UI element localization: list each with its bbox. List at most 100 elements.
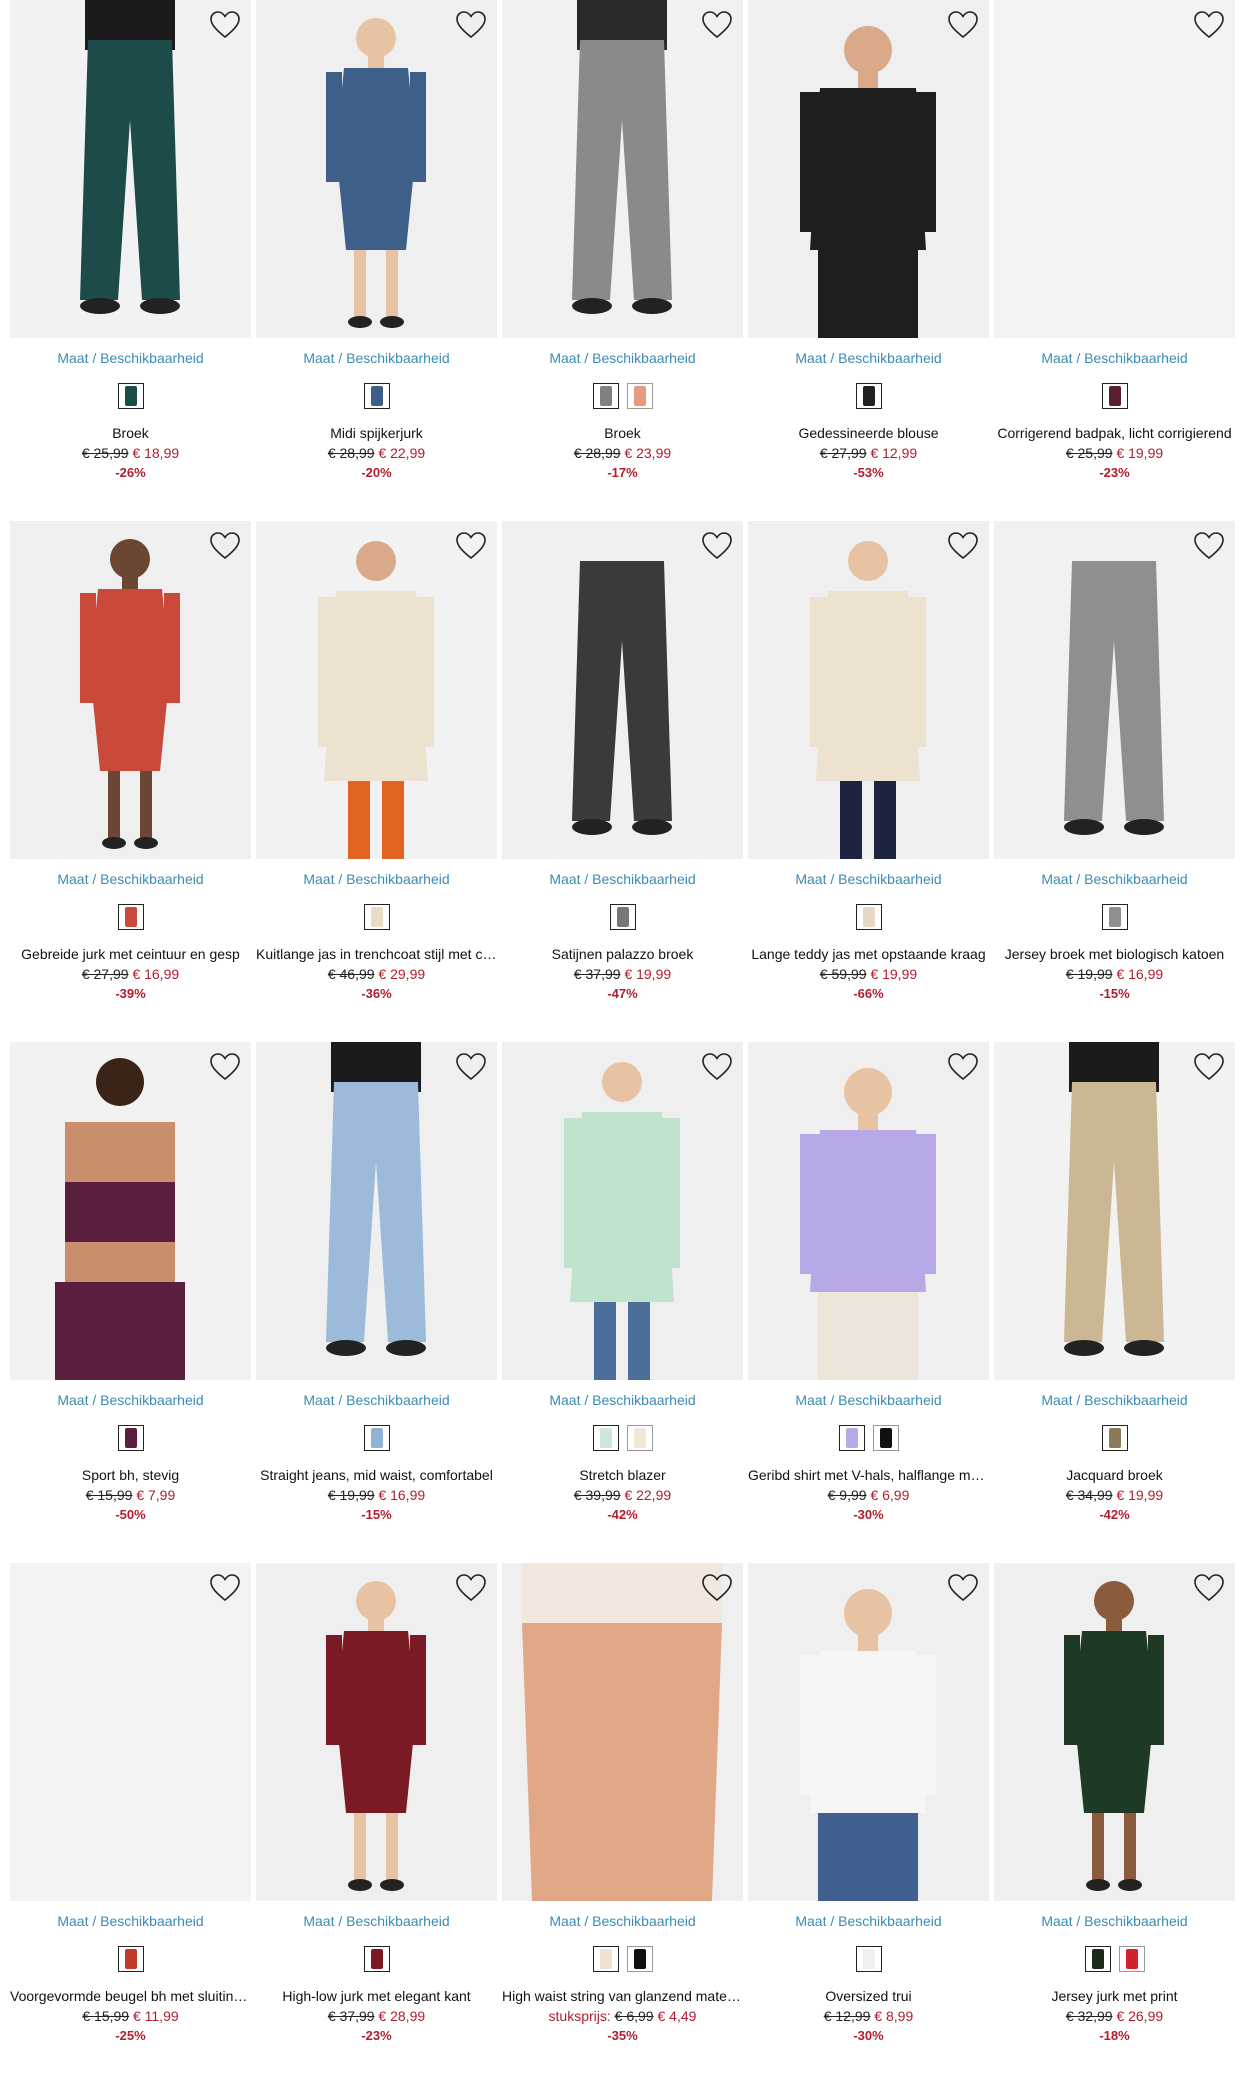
color-swatch[interactable] — [609, 904, 636, 930]
wishlist-heart-icon[interactable] — [455, 10, 487, 40]
product-image[interactable] — [10, 0, 251, 338]
product-card[interactable]: Maat / Beschikbaarheid Geribd shirt met V… — [748, 1042, 989, 1563]
size-availability-link[interactable]: Maat / Beschikbaarheid — [10, 871, 251, 887]
size-availability-link[interactable]: Maat / Beschikbaarheid — [748, 350, 989, 366]
product-card[interactable]: Maat / Beschikbaarheid Lange teddy jas me… — [748, 521, 989, 1042]
product-image[interactable] — [748, 521, 989, 859]
product-image[interactable] — [256, 1563, 497, 1901]
product-image[interactable] — [256, 1042, 497, 1380]
product-name[interactable]: Kuitlange jas in trenchcoat stijl met ce… — [256, 946, 497, 962]
product-card[interactable]: Maat / Beschikbaarheid Oversized trui € 12… — [748, 1563, 989, 2084]
wishlist-heart-icon[interactable] — [209, 1573, 241, 1603]
color-swatch[interactable] — [872, 1425, 899, 1451]
color-swatch[interactable] — [626, 383, 653, 409]
wishlist-heart-icon[interactable] — [947, 10, 979, 40]
product-image[interactable] — [748, 1042, 989, 1380]
wishlist-heart-icon[interactable] — [455, 531, 487, 561]
color-swatch[interactable] — [117, 1946, 144, 1972]
wishlist-heart-icon[interactable] — [947, 531, 979, 561]
product-card[interactable]: Maat / Beschikbaarheid Kuitlange jas in t… — [256, 521, 497, 1042]
wishlist-heart-icon[interactable] — [947, 1573, 979, 1603]
wishlist-heart-icon[interactable] — [455, 1573, 487, 1603]
size-availability-link[interactable]: Maat / Beschikbaarheid — [502, 350, 743, 366]
product-card[interactable]: Maat / Beschikbaarheid High-low jurk met … — [256, 1563, 497, 2084]
product-name[interactable]: Oversized trui — [748, 1988, 989, 2004]
color-swatch[interactable] — [1118, 1946, 1145, 1972]
color-swatch[interactable] — [117, 904, 144, 930]
product-card[interactable]: Maat / Beschikbaarheid Jacquard broek € 34… — [994, 1042, 1235, 1563]
product-image[interactable] — [256, 521, 497, 859]
color-swatch[interactable] — [363, 1946, 390, 1972]
product-card[interactable]: Maat / Beschikbaarheid Jersey broek met b… — [994, 521, 1235, 1042]
size-availability-link[interactable]: Maat / Beschikbaarheid — [10, 1392, 251, 1408]
product-card[interactable]: Maat / Beschikbaarheid Corrigerend badpak… — [994, 0, 1235, 521]
product-card[interactable]: Maat / Beschikbaarheid Broek € 25,99 € 18,… — [10, 0, 251, 521]
size-availability-link[interactable]: Maat / Beschikbaarheid — [256, 1392, 497, 1408]
product-image[interactable] — [502, 521, 743, 859]
size-availability-link[interactable]: Maat / Beschikbaarheid — [748, 1913, 989, 1929]
product-name[interactable]: Gedessineerde blouse — [748, 425, 989, 441]
wishlist-heart-icon[interactable] — [1193, 531, 1225, 561]
product-card[interactable]: Maat / Beschikbaarheid Broek € 28,99 € 23,… — [502, 0, 743, 521]
product-image[interactable] — [994, 1042, 1235, 1380]
product-name[interactable]: Gebreide jurk met ceintuur en gesp — [10, 946, 251, 962]
product-card[interactable]: Maat / Beschikbaarheid High waist string … — [502, 1563, 743, 2084]
product-image[interactable] — [10, 1042, 251, 1380]
product-image[interactable] — [748, 0, 989, 338]
product-image[interactable] — [502, 1042, 743, 1380]
size-availability-link[interactable]: Maat / Beschikbaarheid — [10, 1913, 251, 1929]
wishlist-heart-icon[interactable] — [701, 10, 733, 40]
product-name[interactable]: Lange teddy jas met opstaande kraag — [748, 946, 989, 962]
product-image[interactable] — [994, 1563, 1235, 1901]
color-swatch[interactable] — [363, 383, 390, 409]
product-name[interactable]: Jersey broek met biologisch katoen — [994, 946, 1235, 962]
product-card[interactable]: Maat / Beschikbaarheid Jersey jurk met pr… — [994, 1563, 1235, 2084]
color-swatch[interactable] — [626, 1425, 653, 1451]
product-image[interactable] — [994, 521, 1235, 859]
color-swatch[interactable] — [1101, 904, 1128, 930]
product-name[interactable]: Voorgevormde beugel bh met sluiting voor — [10, 1988, 251, 2004]
product-name[interactable]: Geribd shirt met V-hals, halflange mouw — [748, 1467, 989, 1483]
product-name[interactable]: High-low jurk met elegant kant — [256, 1988, 497, 2004]
wishlist-heart-icon[interactable] — [701, 531, 733, 561]
product-image[interactable] — [10, 1563, 251, 1901]
color-swatch[interactable] — [117, 383, 144, 409]
size-availability-link[interactable]: Maat / Beschikbaarheid — [256, 350, 497, 366]
product-card[interactable]: Maat / Beschikbaarheid Sport bh, stevig € … — [10, 1042, 251, 1563]
product-name[interactable]: Sport bh, stevig — [10, 1467, 251, 1483]
color-swatch[interactable] — [363, 1425, 390, 1451]
product-name[interactable]: Midi spijkerjurk — [256, 425, 497, 441]
wishlist-heart-icon[interactable] — [209, 10, 241, 40]
color-swatch[interactable] — [1084, 1946, 1111, 1972]
size-availability-link[interactable]: Maat / Beschikbaarheid — [502, 1913, 743, 1929]
color-swatch[interactable] — [592, 1425, 619, 1451]
size-availability-link[interactable]: Maat / Beschikbaarheid — [994, 350, 1235, 366]
size-availability-link[interactable]: Maat / Beschikbaarheid — [748, 871, 989, 887]
color-swatch[interactable] — [592, 383, 619, 409]
wishlist-heart-icon[interactable] — [1193, 10, 1225, 40]
product-card[interactable]: Maat / Beschikbaarheid Gebreide jurk met … — [10, 521, 251, 1042]
size-availability-link[interactable]: Maat / Beschikbaarheid — [256, 871, 497, 887]
color-swatch[interactable] — [117, 1425, 144, 1451]
wishlist-heart-icon[interactable] — [947, 1052, 979, 1082]
product-card[interactable]: Maat / Beschikbaarheid Voorgevormde beuge… — [10, 1563, 251, 2084]
size-availability-link[interactable]: Maat / Beschikbaarheid — [502, 871, 743, 887]
color-swatch[interactable] — [1101, 383, 1128, 409]
product-name[interactable]: Jacquard broek — [994, 1467, 1235, 1483]
product-image[interactable] — [502, 0, 743, 338]
size-availability-link[interactable]: Maat / Beschikbaarheid — [748, 1392, 989, 1408]
color-swatch[interactable] — [363, 904, 390, 930]
wishlist-heart-icon[interactable] — [209, 531, 241, 561]
color-swatch[interactable] — [1101, 1425, 1128, 1451]
size-availability-link[interactable]: Maat / Beschikbaarheid — [256, 1913, 497, 1929]
product-image[interactable] — [256, 0, 497, 338]
product-name[interactable]: Straight jeans, mid waist, comfortabel — [256, 1467, 497, 1483]
wishlist-heart-icon[interactable] — [701, 1573, 733, 1603]
size-availability-link[interactable]: Maat / Beschikbaarheid — [994, 1392, 1235, 1408]
color-swatch[interactable] — [626, 1946, 653, 1972]
color-swatch[interactable] — [592, 1946, 619, 1972]
product-card[interactable]: Maat / Beschikbaarheid Stretch blazer € 39… — [502, 1042, 743, 1563]
color-swatch[interactable] — [838, 1425, 865, 1451]
color-swatch[interactable] — [855, 383, 882, 409]
product-name[interactable]: Corrigerend badpak, licht corrigierend — [994, 425, 1235, 441]
